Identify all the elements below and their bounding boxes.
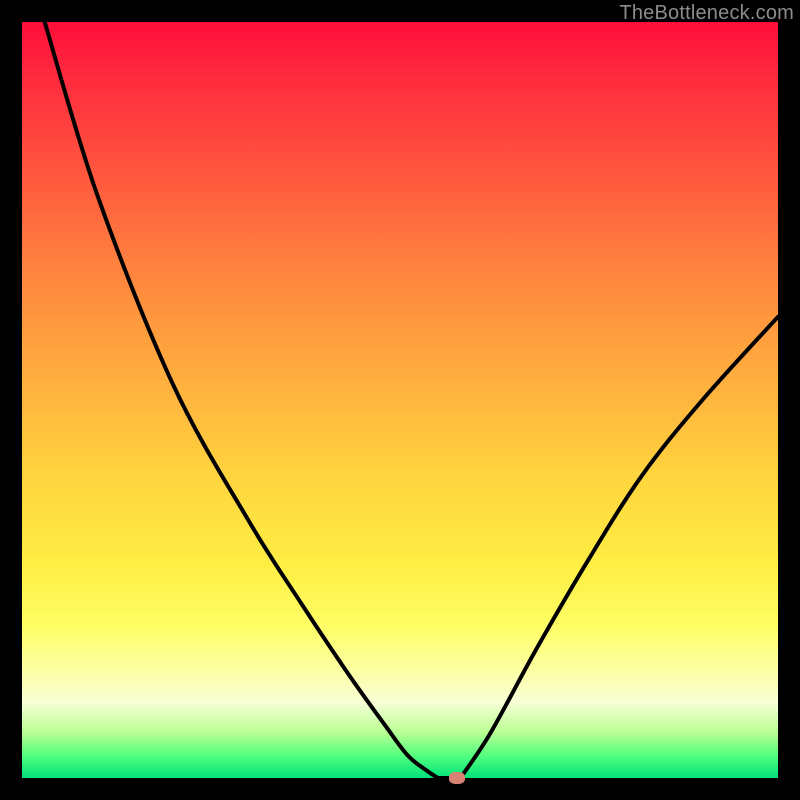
chart-frame: TheBottleneck.com [0,0,800,800]
watermark-text: TheBottleneck.com [619,2,794,25]
plot-area [22,22,778,778]
curve-path [45,22,778,781]
bottleneck-curve [22,22,778,778]
minimum-marker [449,772,465,784]
